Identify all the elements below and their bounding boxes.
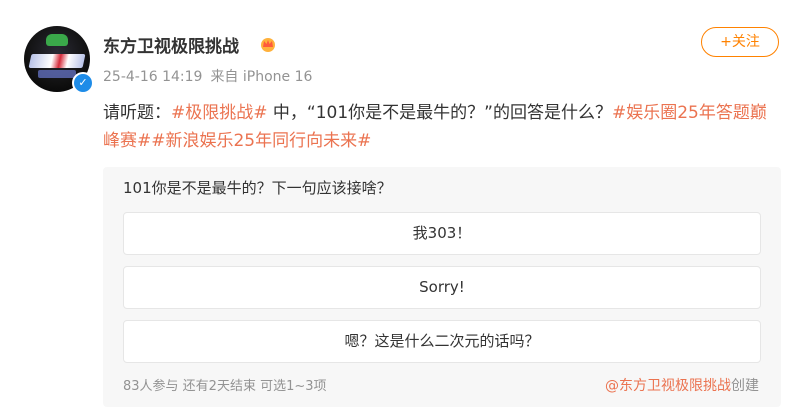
post-source: 来自 iPhone 16: [210, 69, 313, 85]
creator-suffix: 创建: [731, 378, 759, 394]
topic-link-1[interactable]: #极限挑战#: [171, 103, 268, 123]
poll-option-1[interactable]: 我303！: [123, 212, 761, 255]
poll-card: 101你是不是最牛的？下一句应该接啥？ 我303！ Sorry! 嗯？这是什么二…: [103, 167, 781, 407]
crown-badge-icon[interactable]: [259, 36, 277, 52]
poll-option-3[interactable]: 嗯？这是什么二次元的话吗？: [123, 320, 761, 363]
avatar-logo-top: [46, 34, 68, 46]
topic-link-3[interactable]: #新浪娱乐25年同行向未来#: [151, 131, 371, 151]
poll-question: 101你是不是最牛的？下一句应该接啥？: [123, 179, 392, 197]
verified-check-icon: ✓: [72, 72, 94, 94]
poll-option-2[interactable]: Sorry!: [123, 266, 761, 309]
poll-creator: @东方卫视极限挑战创建: [605, 375, 759, 395]
post-meta: 25-4-16 14:19 来自 iPhone 16: [103, 66, 312, 86]
post-time[interactable]: 25-4-16 14:19: [103, 69, 202, 85]
poll-stats: 83人参与 还有2天结束 可选1~3项: [123, 379, 327, 394]
creator-mention-link[interactable]: @东方卫视极限挑战: [605, 378, 731, 394]
post-text-middle: 中，“101你是不是最牛的？”的回答是什么？: [267, 103, 612, 123]
avatar-logo-base: [38, 70, 76, 78]
user-name[interactable]: 东方卫视极限挑战: [103, 32, 239, 57]
post-text-prefix: 请听题：: [103, 103, 171, 123]
follow-button[interactable]: +关注: [701, 27, 779, 57]
post-content: 请听题：#极限挑战# 中，“101你是不是最牛的？”的回答是什么？#娱乐圈25年…: [103, 99, 783, 155]
avatar-logo-band: [28, 54, 86, 68]
